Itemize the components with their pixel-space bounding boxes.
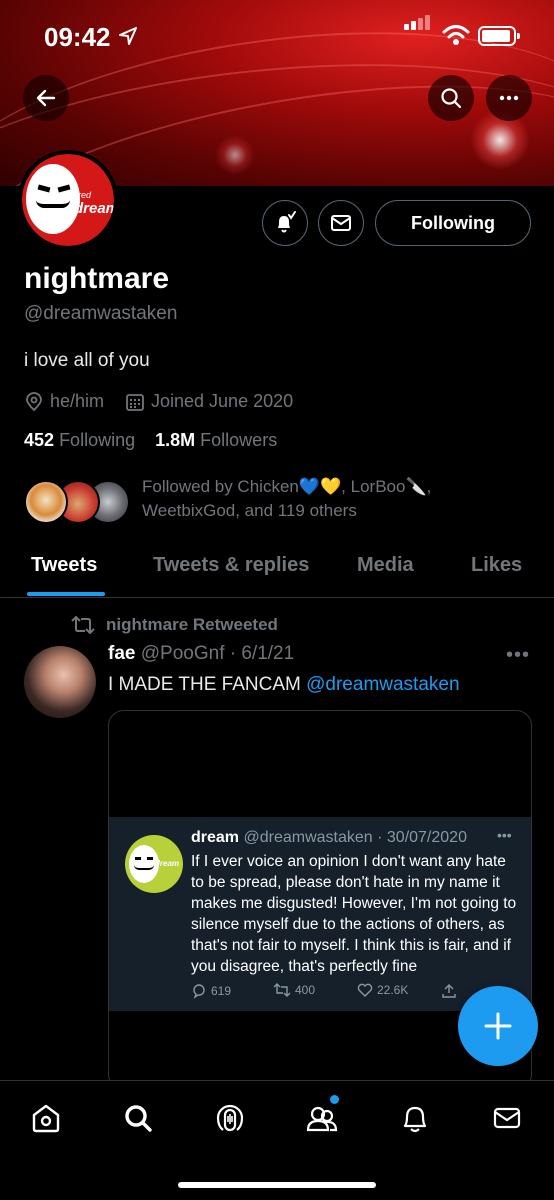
retweet-indicator[interactable]: nightmare Retweeted xyxy=(70,614,278,636)
nav-explore[interactable] xyxy=(118,1098,158,1138)
active-tab-indicator xyxy=(27,592,105,596)
embedded-retweets: 400 xyxy=(273,983,315,997)
joined-text: Joined June 2020 xyxy=(151,391,294,411)
profile-joined: Joined June 2020 xyxy=(125,391,293,412)
more-options-button[interactable] xyxy=(486,75,532,121)
battery-icon xyxy=(478,26,520,46)
tab-media[interactable]: Media xyxy=(357,554,414,577)
profile-location: he/him xyxy=(24,391,104,412)
wifi-icon xyxy=(442,25,470,45)
messages-icon xyxy=(493,1107,521,1129)
avatar-logo-small: red xyxy=(78,190,92,200)
back-arrow-icon xyxy=(36,89,56,107)
status-bar: 09:42 xyxy=(0,0,554,70)
location-arrow-icon xyxy=(119,27,137,45)
reply-icon xyxy=(193,984,205,999)
following-count: 452 xyxy=(24,430,55,450)
calendar-icon xyxy=(126,393,144,411)
location-icon xyxy=(26,391,42,411)
home-icon xyxy=(32,1104,60,1133)
notification-bell-icon xyxy=(278,211,296,233)
search-icon xyxy=(441,88,462,109)
followers-count-link[interactable]: 1.8M Followers xyxy=(155,430,277,450)
embedded-likes: 22.6K xyxy=(357,983,408,997)
nav-spaces[interactable] xyxy=(210,1098,250,1138)
tweet-more-button[interactable]: ••• xyxy=(506,644,530,667)
embedded-tweet-screenshot: dream dream @dreamwastaken · 30/07/2020 … xyxy=(109,817,531,1011)
tweet-mention[interactable]: @dreamwastaken xyxy=(306,674,459,695)
message-button[interactable] xyxy=(318,200,364,246)
embedded-replies: 619 xyxy=(191,983,231,999)
compose-plus-icon xyxy=(484,1012,512,1040)
spaces-icon xyxy=(216,1104,244,1132)
nav-notifications[interactable] xyxy=(395,1098,435,1138)
embedded-more-icon: ••• xyxy=(497,827,512,843)
tab-likes[interactable]: Likes xyxy=(471,554,522,577)
nav-communities[interactable] xyxy=(302,1098,342,1138)
follower-avatar[interactable] xyxy=(24,480,68,524)
communities-notification-dot xyxy=(330,1095,339,1104)
embedded-share xyxy=(441,983,461,999)
retweet-icon xyxy=(273,983,291,997)
home-indicator[interactable] xyxy=(178,1182,376,1188)
avatar-logo-text: dream xyxy=(74,200,114,217)
share-icon xyxy=(442,984,456,998)
followed-by-line2: WeetbixGod, and 119 others xyxy=(142,501,357,520)
followed-by-line1: Followed by Chicken💙💛, LorBoo🔪, xyxy=(142,477,432,496)
tweet-text: I MADE THE FANCAM @dreamwastaken xyxy=(108,674,460,696)
compose-tweet-button[interactable] xyxy=(458,986,538,1066)
following-button[interactable]: Following xyxy=(375,200,531,246)
avatar-face xyxy=(26,164,80,234)
following-count-link[interactable]: 452 Following xyxy=(24,430,135,450)
avatar-image: red dream xyxy=(22,154,114,246)
pronouns-text: he/him xyxy=(50,391,105,411)
embedded-author: dream @dreamwastaken · 30/07/2020 xyxy=(191,829,467,846)
tweet-author-avatar[interactable] xyxy=(24,646,96,718)
followers-label: Followers xyxy=(200,430,278,450)
embedded-avatar: dream xyxy=(125,835,183,893)
profile-name: nightmare xyxy=(24,262,170,295)
search-button[interactable] xyxy=(428,75,474,121)
follow-counts: 452 Following 1.8M Followers xyxy=(24,430,277,451)
communities-icon xyxy=(306,1106,338,1132)
heart-icon xyxy=(357,983,373,997)
mail-icon xyxy=(331,215,351,231)
profile-handle: @dreamwastaken xyxy=(24,303,178,324)
tweet-body: I MADE THE FANCAM xyxy=(108,674,307,695)
followers-count: 1.8M xyxy=(155,430,196,450)
retweet-label: nightmare Retweeted xyxy=(106,615,278,634)
nav-home[interactable] xyxy=(26,1098,66,1138)
explore-icon xyxy=(125,1105,152,1132)
nav-messages[interactable] xyxy=(487,1098,527,1138)
tweet-author-name[interactable]: fae xyxy=(108,643,135,664)
profile-bio: i love all of you xyxy=(24,350,150,371)
tweet-author-meta: @PooGnf · 6/1/21 xyxy=(140,643,295,664)
tweet-header: fae @PooGnf · 6/1/21 xyxy=(108,643,294,665)
back-button[interactable] xyxy=(23,75,69,121)
bell-icon xyxy=(403,1106,427,1133)
banner-glow xyxy=(215,135,255,175)
tab-tweets-replies[interactable]: Tweets & replies xyxy=(153,554,309,577)
embedded-tweet-text: If I ever voice an opinion I don't want … xyxy=(191,853,517,975)
retweet-icon xyxy=(71,616,95,634)
status-time: 09:42 xyxy=(44,22,111,52)
more-icon xyxy=(499,95,519,101)
followed-by-text[interactable]: Followed by Chicken💙💛, LorBoo🔪, WeetbixG… xyxy=(142,475,482,523)
profile-avatar[interactable]: red dream xyxy=(18,150,118,250)
profile-tabs: Tweets Tweets & replies Media Likes xyxy=(0,540,554,598)
tab-tweets[interactable]: Tweets xyxy=(31,554,97,577)
following-label: Following xyxy=(59,430,136,450)
notifications-toggle-button[interactable] xyxy=(262,200,308,246)
